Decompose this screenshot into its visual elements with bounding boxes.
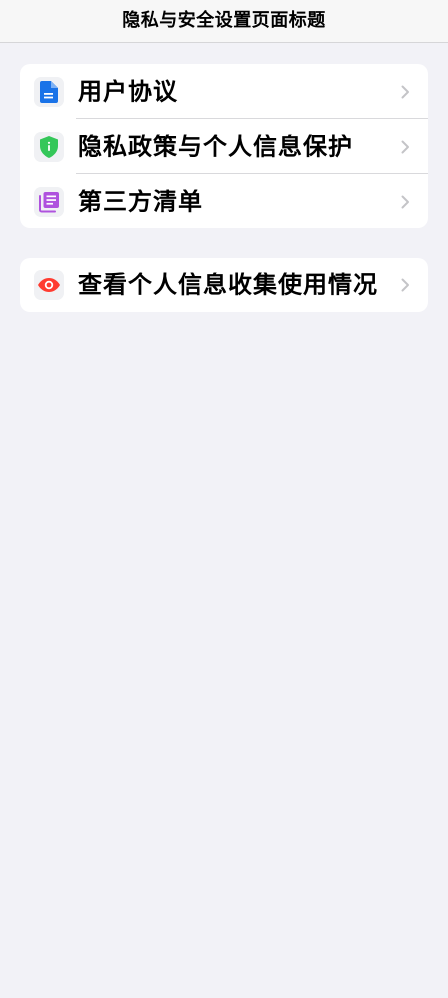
third-party-list-row[interactable]: 第三方清单 [20, 174, 428, 228]
chevron-right-icon [401, 140, 409, 153]
chevron-right-icon [401, 195, 409, 208]
chevron-right-icon [401, 278, 409, 292]
chevron-right-icon [401, 85, 409, 98]
list-icon [34, 186, 64, 217]
user-agreement-row[interactable]: 用户协议 [20, 64, 428, 119]
privacy-policy-row[interactable]: 隐私政策与个人信息保护 [20, 119, 428, 174]
privacy-group: 查看个人信息收集使用情况■ [20, 258, 428, 312]
third-party-list-label: 第三方清单 [78, 189, 203, 214]
eye-icon [34, 270, 64, 300]
privacy-policy-label: 隐私政策与个人信息保护 [78, 134, 353, 159]
page-title: 隐私与安全设置页面标题 [122, 10, 326, 31]
navigation-bar: 隐私与安全设置页面标题 [0, 0, 448, 43]
user-agreement-label: 用户协议 [78, 79, 178, 104]
personal-info-collection-label: 查看个人信息收集使用情况■ [78, 272, 380, 297]
shield-icon [34, 131, 64, 162]
personal-info-collection-row[interactable]: 查看个人信息收集使用情况■ [20, 258, 428, 312]
document-icon [34, 76, 64, 107]
settings-group: 用户协议 隐私政策与个人信息保护 第三方清单 [20, 64, 428, 228]
